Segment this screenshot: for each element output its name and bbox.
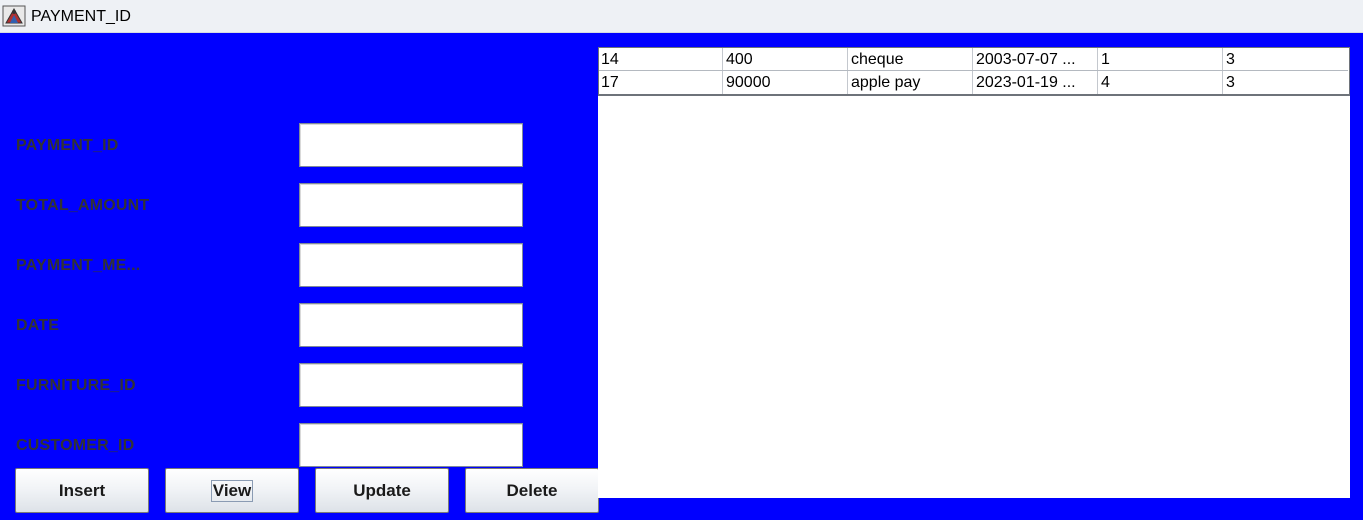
table-cell[interactable]: 3 — [1223, 71, 1348, 94]
insert-button[interactable]: Insert — [15, 468, 149, 513]
table-cell[interactable]: 4 — [1098, 71, 1223, 94]
customer-id-input[interactable] — [299, 423, 523, 467]
payment-method-label: PAYMENT_ME... — [16, 257, 141, 274]
table-cell[interactable]: apple pay — [848, 71, 973, 94]
total-amount-input[interactable] — [299, 183, 523, 227]
table-cell[interactable]: 17 — [598, 71, 723, 94]
table-cell[interactable]: 3 — [1223, 48, 1348, 70]
view-button-label: View — [210, 480, 254, 502]
table-cell[interactable]: 400 — [723, 48, 848, 70]
table-cell[interactable]: 2003-07-07 ... — [973, 48, 1098, 70]
payment-method-input[interactable] — [299, 243, 523, 287]
table-row[interactable]: 14 400 cheque 2003-07-07 ... 1 3 — [598, 47, 1348, 71]
table-cell[interactable]: 14 — [598, 48, 723, 70]
table-cell[interactable]: 1 — [1098, 48, 1223, 70]
delete-button[interactable]: Delete — [465, 468, 599, 513]
furniture-id-label: FURNITURE_ID — [16, 377, 136, 394]
customer-id-label: CUSTOMER_ID — [16, 437, 135, 454]
date-input[interactable] — [299, 303, 523, 347]
payment-table[interactable]: 14 400 cheque 2003-07-07 ... 1 3 17 9000… — [598, 47, 1350, 498]
table-cell[interactable]: cheque — [848, 48, 973, 70]
payment-id-label: PAYMENT_ID — [16, 137, 119, 154]
java-app-icon — [2, 5, 26, 27]
view-button[interactable]: View — [165, 468, 299, 513]
window-title: PAYMENT_ID — [31, 8, 131, 25]
title-bar: PAYMENT_ID — [0, 0, 1363, 33]
total-amount-label: TOTAL_AMOUNT — [16, 197, 150, 214]
table-row[interactable]: 17 90000 apple pay 2023-01-19 ... 4 3 — [598, 71, 1348, 95]
date-label: DATE — [16, 317, 60, 334]
table-cell[interactable]: 2023-01-19 ... — [973, 71, 1098, 94]
furniture-id-input[interactable] — [299, 363, 523, 407]
payment-id-input[interactable] — [299, 123, 523, 167]
update-button[interactable]: Update — [315, 468, 449, 513]
table-cell[interactable]: 90000 — [723, 71, 848, 94]
